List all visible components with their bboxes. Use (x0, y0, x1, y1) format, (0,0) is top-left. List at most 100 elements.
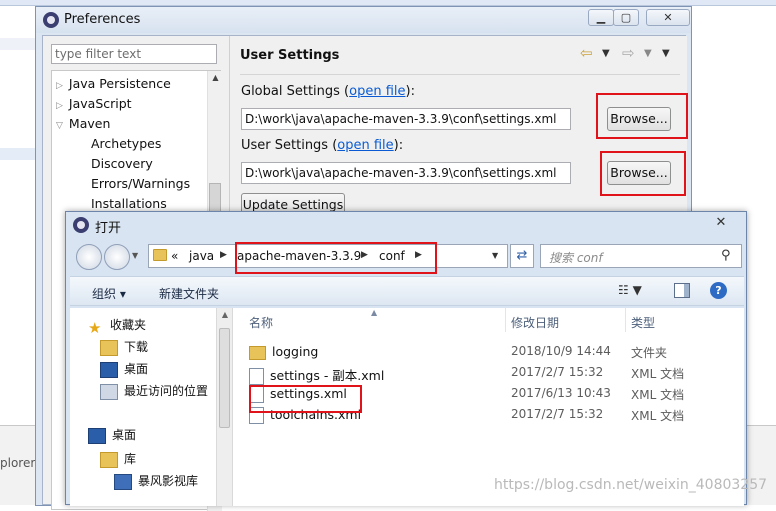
desktop-icon (88, 427, 106, 444)
nav-item[interactable]: 桌面 (100, 360, 148, 382)
nav-item[interactable]: ★ 收藏夹 (88, 316, 146, 338)
collapsed-arrow-icon[interactable]: ▷ (56, 81, 63, 91)
file-date: 2017/6/13 10:43 (511, 386, 611, 400)
navigation-pane: ★ 收藏夹 下载 桌面 最近访问的位置 桌面库暴风影视库 ▲ (70, 308, 232, 506)
xml-file-icon (249, 368, 264, 385)
chevron-down-icon[interactable]: ▼ (492, 251, 498, 260)
tree-item-label: Discovery (91, 156, 153, 171)
highlight-box (235, 242, 437, 274)
nav-item-label: 最近访问的位置 (124, 384, 209, 398)
nav-item-label: 收藏夹 (110, 318, 147, 332)
file-row[interactable]: settings - 副本.xml 2017/2/7 15:32 XML 文档 (233, 363, 745, 385)
filter-input[interactable]: type filter text (51, 44, 217, 64)
forward-button[interactable] (104, 244, 130, 270)
file-name: settings - 副本.xml (270, 368, 385, 383)
forward-dropdown-icon[interactable]: ▼ (644, 48, 652, 59)
nav-item[interactable]: 暴风影视库 (114, 472, 198, 494)
help-icon[interactable]: ? (710, 282, 727, 299)
forward-arrow-icon[interactable]: ⇨ (622, 44, 635, 62)
tree-item[interactable]: ▽ Maven (56, 116, 206, 136)
tree-item-label: JavaScript (68, 96, 132, 111)
organize-button[interactable]: 组织 ▾ (92, 285, 126, 302)
nav-item[interactable]: 下载 (100, 338, 148, 360)
tree-item[interactable]: ▷ Java Persistence (56, 76, 206, 96)
global-browse-button[interactable]: Browse... (607, 107, 671, 131)
history-dropdown-icon[interactable]: ▼ (132, 251, 138, 260)
preferences-titlebar[interactable]: Preferences ▁ ▢ ✕ (36, 7, 691, 33)
nav-item-label: 库 (124, 452, 137, 466)
file-date: 2017/2/7 15:32 (511, 365, 604, 379)
global-settings-label: Global Settings (open file): (241, 84, 415, 99)
tree-item-label: Errors/Warnings (91, 176, 191, 191)
file-date: 2017/2/7 15:32 (511, 407, 604, 421)
back-dropdown-icon[interactable]: ▼ (602, 48, 610, 59)
folder-icon (153, 249, 167, 261)
tree-item[interactable]: Discovery (56, 156, 206, 176)
tree-item[interactable]: ▷ JavaScript (56, 96, 206, 116)
background-explorer-tab[interactable]: plorer (0, 456, 40, 474)
nav-item[interactable]: 最近访问的位置 (100, 382, 208, 404)
nav-item-label: 暴风影视库 (138, 474, 199, 488)
back-button[interactable] (76, 244, 102, 270)
maximize-button[interactable]: ▢ (613, 9, 639, 26)
tree-item[interactable]: Archetypes (56, 136, 206, 156)
close-icon[interactable]: ✕ (702, 214, 740, 232)
file-row[interactable]: logging 2018/10/9 14:44 文件夹 (233, 342, 745, 363)
global-open-file-link[interactable]: open file (349, 84, 405, 99)
open-file-dialog: 打开 ✕ ▼ « java ▶ apache-maven-3.3.9 ▶ con… (65, 211, 747, 506)
user-settings-path[interactable]: D:\work\java\apache-maven-3.3.9\conf\set… (241, 162, 571, 184)
nav-scrollbar[interactable]: ▲ (216, 308, 232, 506)
view-options-icon[interactable]: ☷ ▼ (618, 283, 654, 301)
highlight-box (249, 385, 362, 413)
recent-icon (100, 383, 118, 400)
scrollbar-thumb[interactable] (219, 328, 230, 428)
download-folder-icon (100, 339, 118, 356)
search-icon[interactable]: ⚲ (721, 248, 731, 263)
column-divider[interactable] (505, 308, 506, 332)
tree-item[interactable]: Errors/Warnings (56, 176, 206, 196)
library-icon (100, 451, 118, 468)
tree-item-label: Java Persistence (68, 76, 171, 91)
sort-ascending-icon: ▲ (371, 308, 378, 317)
tree-item-label: Maven (68, 116, 111, 131)
command-bar: 组织 ▾ 新建文件夹 ☷ ▼ ? (70, 276, 744, 306)
column-header-type[interactable]: 类型 (631, 314, 655, 331)
back-arrow-icon[interactable]: ⇦ (580, 44, 593, 62)
eclipse-icon (73, 217, 89, 233)
preview-pane-icon[interactable] (674, 283, 690, 298)
folder-icon (249, 345, 266, 360)
nav-item-label: 桌面 (124, 362, 149, 376)
scroll-up-icon[interactable]: ▲ (217, 310, 233, 319)
chevron-right-icon[interactable]: ▶ (220, 250, 227, 260)
preferences-title: Preferences (64, 12, 141, 27)
file-type: XML 文档 (631, 367, 685, 381)
new-folder-button[interactable]: 新建文件夹 (159, 285, 219, 302)
file-type: 文件夹 (631, 346, 668, 360)
collapsed-arrow-icon[interactable]: ▷ (56, 101, 63, 111)
file-date: 2018/10/9 14:44 (511, 344, 611, 358)
address-bar-row: ▼ « java ▶ apache-maven-3.3.9 ▶ conf ▶ ▼… (70, 240, 744, 274)
view-menu-icon[interactable]: ▼ (662, 48, 670, 59)
film-icon (114, 473, 132, 490)
search-input[interactable]: 搜索 conf ⚲ (540, 244, 742, 268)
scroll-up-icon[interactable]: ▲ (208, 73, 223, 87)
star-icon: ★ (88, 318, 102, 337)
close-button[interactable]: ✕ (646, 9, 690, 26)
user-browse-button[interactable]: Browse... (607, 161, 671, 185)
expanded-arrow-icon[interactable]: ▽ (56, 121, 63, 131)
nav-item[interactable]: 库 (100, 450, 136, 472)
refresh-icon[interactable]: ⇄ (510, 244, 534, 268)
column-header-name[interactable]: 名称 (249, 314, 273, 331)
breadcrumb-java[interactable]: java (189, 249, 214, 263)
file-type: XML 文档 (631, 409, 685, 423)
column-header-date[interactable]: 修改日期 (511, 314, 559, 331)
column-divider[interactable] (625, 308, 626, 332)
global-settings-path[interactable]: D:\work\java\apache-maven-3.3.9\conf\set… (241, 108, 571, 130)
tree-item-label: Installations (91, 196, 167, 211)
watermark: https://blog.csdn.net/weixin_40803257 (494, 477, 768, 493)
minimize-button[interactable]: ▁ (588, 9, 614, 26)
nav-item[interactable]: 桌面 (88, 426, 136, 448)
page-title: User Settings (240, 48, 340, 63)
breadcrumb-overflow[interactable]: « (171, 249, 178, 263)
user-open-file-link[interactable]: open file (337, 138, 393, 153)
